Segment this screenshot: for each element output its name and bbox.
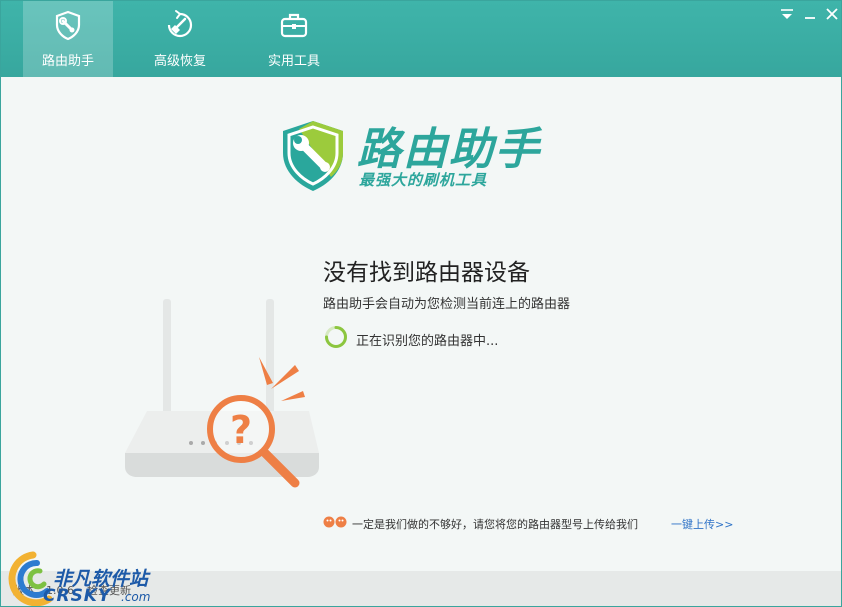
close-button[interactable] [822, 6, 841, 22]
router-illustration: ? [125, 299, 319, 488]
watermark-domain: .com [121, 590, 151, 604]
brand-title: 路由助手 [357, 124, 541, 175]
tab-label: 实用工具 [267, 54, 320, 69]
app-window: 路由助手 高级恢复 实用工具 路由助手 最强大的刷机工具 ? 没有找到路由器设备… [0, 0, 842, 607]
tab-label: 路由助手 [41, 54, 94, 69]
svg-text:?: ? [230, 408, 252, 452]
minimize-button[interactable] [800, 6, 820, 22]
minimize-icon [805, 17, 815, 19]
watermark-en: CRSKY [43, 586, 112, 606]
top-nav-bar: 路由助手 高级恢复 实用工具 [1, 1, 841, 77]
menu-dropdown-icon [781, 9, 793, 19]
status-progress: 正在识别您的路由器中... [356, 334, 499, 349]
tab-utility-tools[interactable]: 实用工具 [249, 1, 339, 77]
status-title: 没有找到路由器设备 [323, 260, 530, 286]
site-watermark: 非凡软件站 CRSKY .com [3, 549, 173, 606]
tab-router-assistant[interactable]: 路由助手 [23, 1, 113, 77]
tab-label: 高级恢复 [153, 54, 206, 69]
upload-link[interactable]: 一键上传>> [671, 516, 733, 532]
feedback-text: 一定是我们做的不够好，请您将您的路由器型号上传给我们 [352, 518, 638, 531]
close-icon [826, 8, 838, 20]
broom-icon [167, 10, 193, 38]
toolbox-icon [280, 13, 308, 38]
shield-wrench-icon [55, 10, 81, 41]
brand-subtitle: 最强大的刷机工具 [359, 171, 488, 189]
brand-logo: 路由助手 最强大的刷机工具 [277, 113, 577, 193]
loading-spinner-icon [325, 326, 347, 348]
sad-faces-icon [323, 516, 347, 528]
tab-advanced-recovery[interactable]: 高级恢复 [135, 1, 225, 77]
status-description: 路由助手会自动为您检测当前连上的路由器 [323, 297, 571, 312]
feedback-row: 一定是我们做的不够好，请您将您的路由器型号上传给我们 一键上传>> [323, 513, 753, 533]
shield-logo-icon [283, 121, 343, 191]
menu-button[interactable] [777, 6, 797, 22]
